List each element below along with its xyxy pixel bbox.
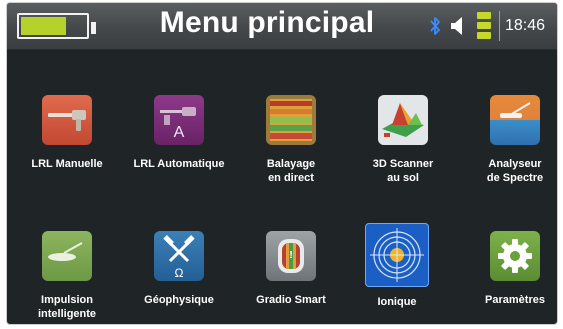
geophysics-icon: Ω xyxy=(154,231,204,281)
live-scan-icon xyxy=(266,95,316,145)
volume-icon[interactable] xyxy=(450,16,468,36)
tile-label: Paramètres xyxy=(485,294,545,306)
tile-analyseur-de-spectre[interactable]: Analyseur de Spectre xyxy=(463,95,557,185)
lrl-manual-icon xyxy=(42,95,92,145)
tile-ionique[interactable]: Ionique xyxy=(345,223,449,309)
battery-level-fill xyxy=(21,17,66,35)
ground-3d-scanner-icon xyxy=(378,95,428,145)
tile-3d-scanner-au-sol[interactable]: 3D Scanner au sol xyxy=(351,95,455,185)
spectrum-analyzer-icon xyxy=(490,95,540,145)
status-divider xyxy=(499,11,500,41)
tile-label: Impulsion intelligente xyxy=(37,294,97,320)
tile-label: Analyseur de Spectre xyxy=(486,158,544,184)
bluetooth-icon xyxy=(430,17,440,35)
settings-gear-icon xyxy=(490,231,540,281)
signal-strength-icon xyxy=(477,12,491,40)
tile-geophysique[interactable]: Ω Géophysique xyxy=(127,231,231,307)
smart-pulse-icon xyxy=(42,231,92,281)
gradio-smart-icon: ! xyxy=(266,231,316,281)
main-menu-screen: Menu principal 18:46 LRL Manuelle A LRL … xyxy=(6,2,558,325)
tile-lrl-manuelle[interactable]: LRL Manuelle xyxy=(15,95,119,171)
tile-label: 3D Scanner au sol xyxy=(372,158,434,184)
tile-parametres[interactable]: Paramètres xyxy=(463,231,557,307)
page-title: Menu principal xyxy=(159,6,375,39)
battery-tip xyxy=(91,22,96,34)
tile-label: LRL Manuelle xyxy=(31,158,103,170)
svg-text:!: ! xyxy=(289,250,292,261)
tile-impulsion-intelligente[interactable]: Impulsion intelligente xyxy=(15,231,119,321)
tile-balayage-en-direct[interactable]: Balayage en direct xyxy=(239,95,343,185)
tile-label: Ionique xyxy=(377,296,417,308)
ionic-icon xyxy=(365,223,429,287)
svg-text:A: A xyxy=(174,124,185,141)
status-bar: Menu principal 18:46 xyxy=(7,3,557,50)
tile-lrl-automatique[interactable]: A LRL Automatique xyxy=(127,95,231,171)
tile-label: Balayage en direct xyxy=(266,158,316,184)
battery-icon xyxy=(17,13,96,39)
svg-text:Ω: Ω xyxy=(175,266,184,280)
tile-gradio-smart[interactable]: ! Gradio Smart xyxy=(239,231,343,307)
tile-label: Géophysique xyxy=(144,294,214,306)
tile-label: LRL Automatique xyxy=(133,158,225,170)
lrl-automatic-icon: A xyxy=(154,95,204,145)
tile-label: Gradio Smart xyxy=(256,294,326,306)
clock: 18:46 xyxy=(505,17,546,34)
